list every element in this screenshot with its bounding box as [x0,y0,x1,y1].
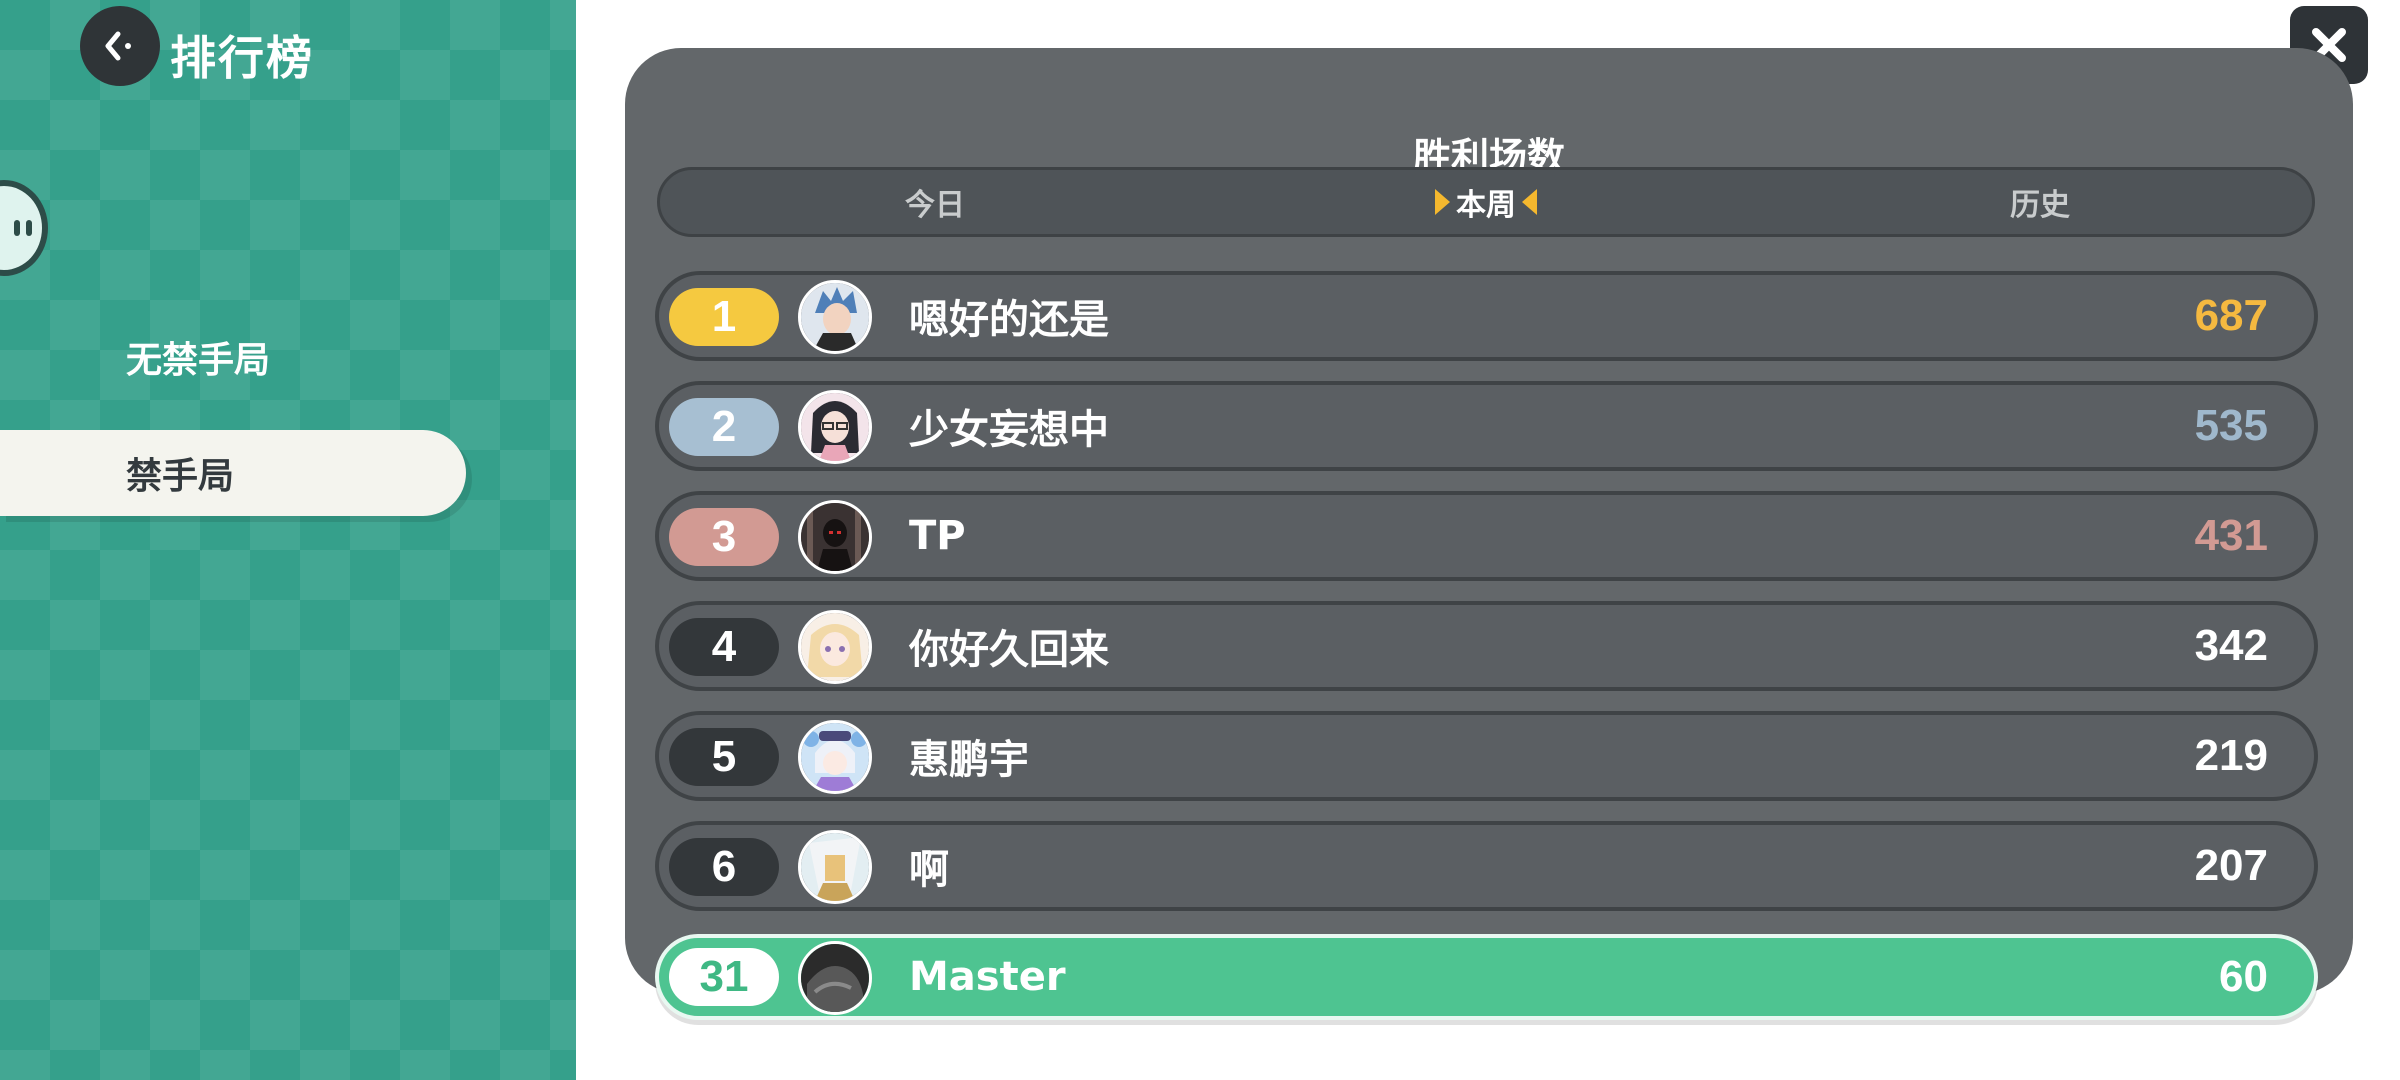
rank-badge: 6 [669,838,779,896]
player-name: 惠鹏宇 [909,737,1029,783]
player-score: 535 [2194,401,2268,450]
mascot-icon [0,180,48,276]
active-tab-marker-left-icon [1435,189,1450,215]
leaderboard-row[interactable]: 2 少女妄想中 535 [655,381,2318,471]
player-score: 219 [2194,731,2268,780]
rank-badge: 3 [669,508,779,566]
my-rank-row[interactable]: 31 Master 60 [655,934,2318,1020]
tab-today[interactable]: 今日 [905,170,965,234]
player-avatar-icon[interactable] [798,610,872,684]
sidebar: 排行榜 无禁手局 禁手局 [0,0,576,1080]
leaderboard-row[interactable]: 3 TP 431 [655,491,2318,581]
sidebar-item-no-forbidden[interactable]: 无禁手局 [0,314,466,400]
player-score: 687 [2194,291,2268,340]
active-tab-marker-right-icon [1522,189,1537,215]
leaderboard-row[interactable]: 1 嗯好的还是 687 [655,271,2318,361]
player-avatar-icon[interactable] [798,390,872,464]
my-player-score: 60 [2219,952,2268,1001]
player-avatar-icon[interactable] [798,720,872,794]
my-rank-badge: 31 [669,948,779,1006]
period-tabs: 今日 本周 历史 [657,167,2315,237]
my-avatar-icon[interactable] [798,941,872,1015]
leaderboard-row[interactable]: 5 惠鹏宇 219 [655,711,2318,801]
player-name: 啊 [909,847,949,893]
player-avatar-icon[interactable] [798,280,872,354]
player-name: 嗯好的还是 [909,297,1109,343]
rank-badge: 4 [669,618,779,676]
player-name: TP [909,513,966,559]
tab-history[interactable]: 历史 [2010,170,2070,234]
rank-badge: 2 [669,398,779,456]
back-arrow-icon [105,31,131,61]
tab-this-week[interactable]: 本周 [1435,170,1537,234]
player-avatar-icon[interactable] [798,500,872,574]
rank-badge: 1 [669,288,779,346]
leaderboard-row[interactable]: 6 啊 207 [655,821,2318,911]
player-name: 你好久回来 [909,627,1109,673]
page-title: 排行榜 [170,31,314,85]
player-score: 431 [2194,511,2268,560]
tab-this-week-label: 本周 [1456,188,1516,223]
player-avatar-icon[interactable] [798,830,872,904]
player-score: 342 [2194,621,2268,670]
sidebar-item-forbidden[interactable]: 禁手局 [0,430,466,516]
player-score: 207 [2194,841,2268,890]
leaderboard-row[interactable]: 4 你好久回来 342 [655,601,2318,691]
rank-badge: 5 [669,728,779,786]
back-button[interactable] [80,6,160,86]
my-player-name: Master [909,954,1066,1000]
player-name: 少女妄想中 [909,407,1109,453]
